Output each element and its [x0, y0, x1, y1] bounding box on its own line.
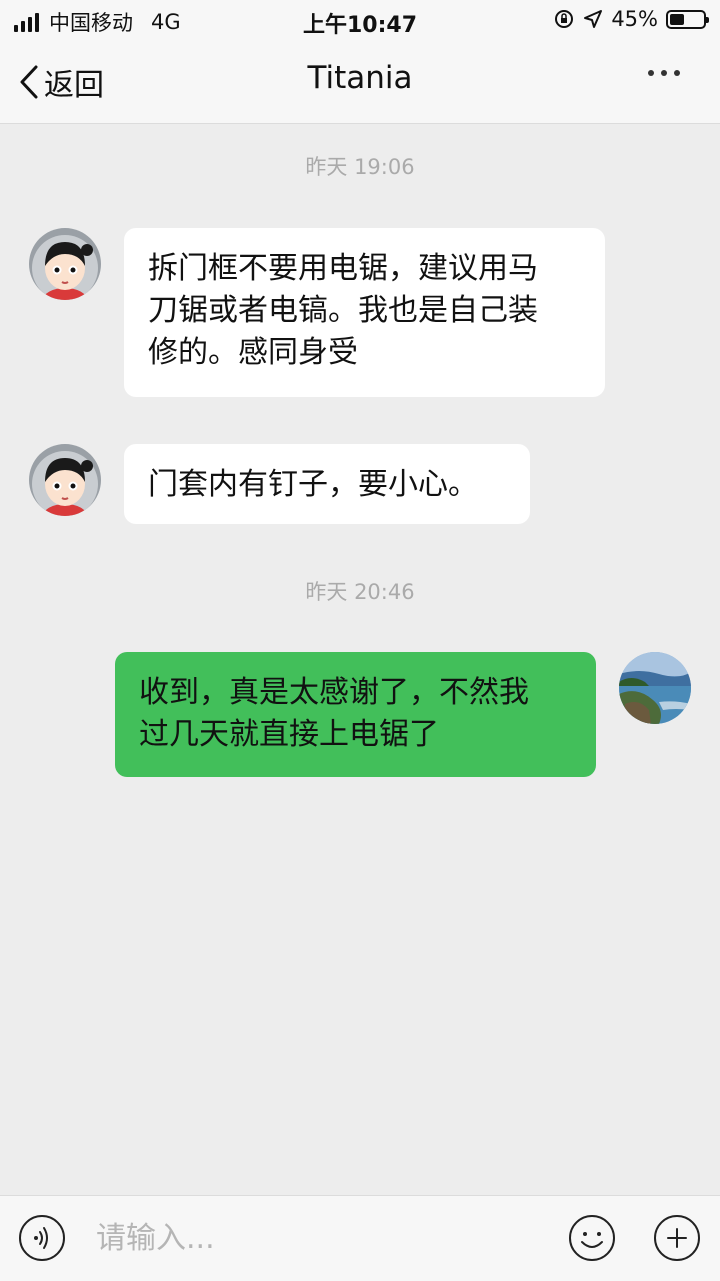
message-line: 收到，真是太感谢了，不然我	[139, 675, 529, 710]
plus-button[interactable]	[653, 1214, 701, 1262]
chat-title: Titania	[307, 60, 413, 96]
timestamp: 昨天 19:06	[305, 155, 415, 179]
orientation-lock-icon	[555, 10, 574, 28]
emoji-icon	[569, 1215, 615, 1261]
timestamp: 昨天 20:46	[305, 580, 415, 604]
voice-button[interactable]	[18, 1214, 66, 1262]
battery-percent: 45%	[611, 7, 658, 31]
plus-icon	[654, 1215, 700, 1261]
battery-icon	[666, 9, 709, 29]
emoji-button[interactable]	[568, 1214, 616, 1262]
cartoon-girl-avatar-icon	[29, 444, 101, 516]
outgoing-message-bubble[interactable]: 收到，真是太感谢了，不然我 过几天就直接上电锯了	[115, 652, 596, 777]
location-icon	[584, 10, 603, 28]
status-bar: 中国移动 4G 上午10:47 45%	[0, 0, 720, 40]
contact-avatar[interactable]	[29, 228, 101, 300]
message-line: 门套内有钉子，要小心。	[148, 467, 478, 502]
message-line: 拆门框不要用电锯，建议用马	[148, 251, 538, 286]
message-input[interactable]	[92, 1214, 560, 1262]
cartoon-girl-avatar-icon	[29, 228, 101, 300]
voice-icon	[19, 1215, 65, 1261]
more-dots-icon[interactable]	[648, 70, 680, 76]
message-line: 过几天就直接上电锯了	[139, 717, 439, 752]
message-line: 刀锯或者电镐。我也是自己装	[148, 293, 538, 328]
status-right: 45%	[553, 7, 709, 31]
landscape-avatar-icon	[619, 652, 691, 724]
input-bar	[0, 1195, 720, 1281]
contact-avatar[interactable]	[29, 444, 101, 516]
my-avatar[interactable]	[619, 652, 691, 724]
nav-bar: 返回 Titania	[0, 40, 720, 124]
battery-fill	[670, 13, 685, 25]
incoming-message-bubble[interactable]: 拆门框不要用电锯，建议用马 刀锯或者电镐。我也是自己装 修的。感同身受	[124, 228, 605, 397]
incoming-message-bubble[interactable]: 门套内有钉子，要小心。	[124, 444, 530, 524]
message-line: 修的。感同身受	[148, 335, 358, 370]
